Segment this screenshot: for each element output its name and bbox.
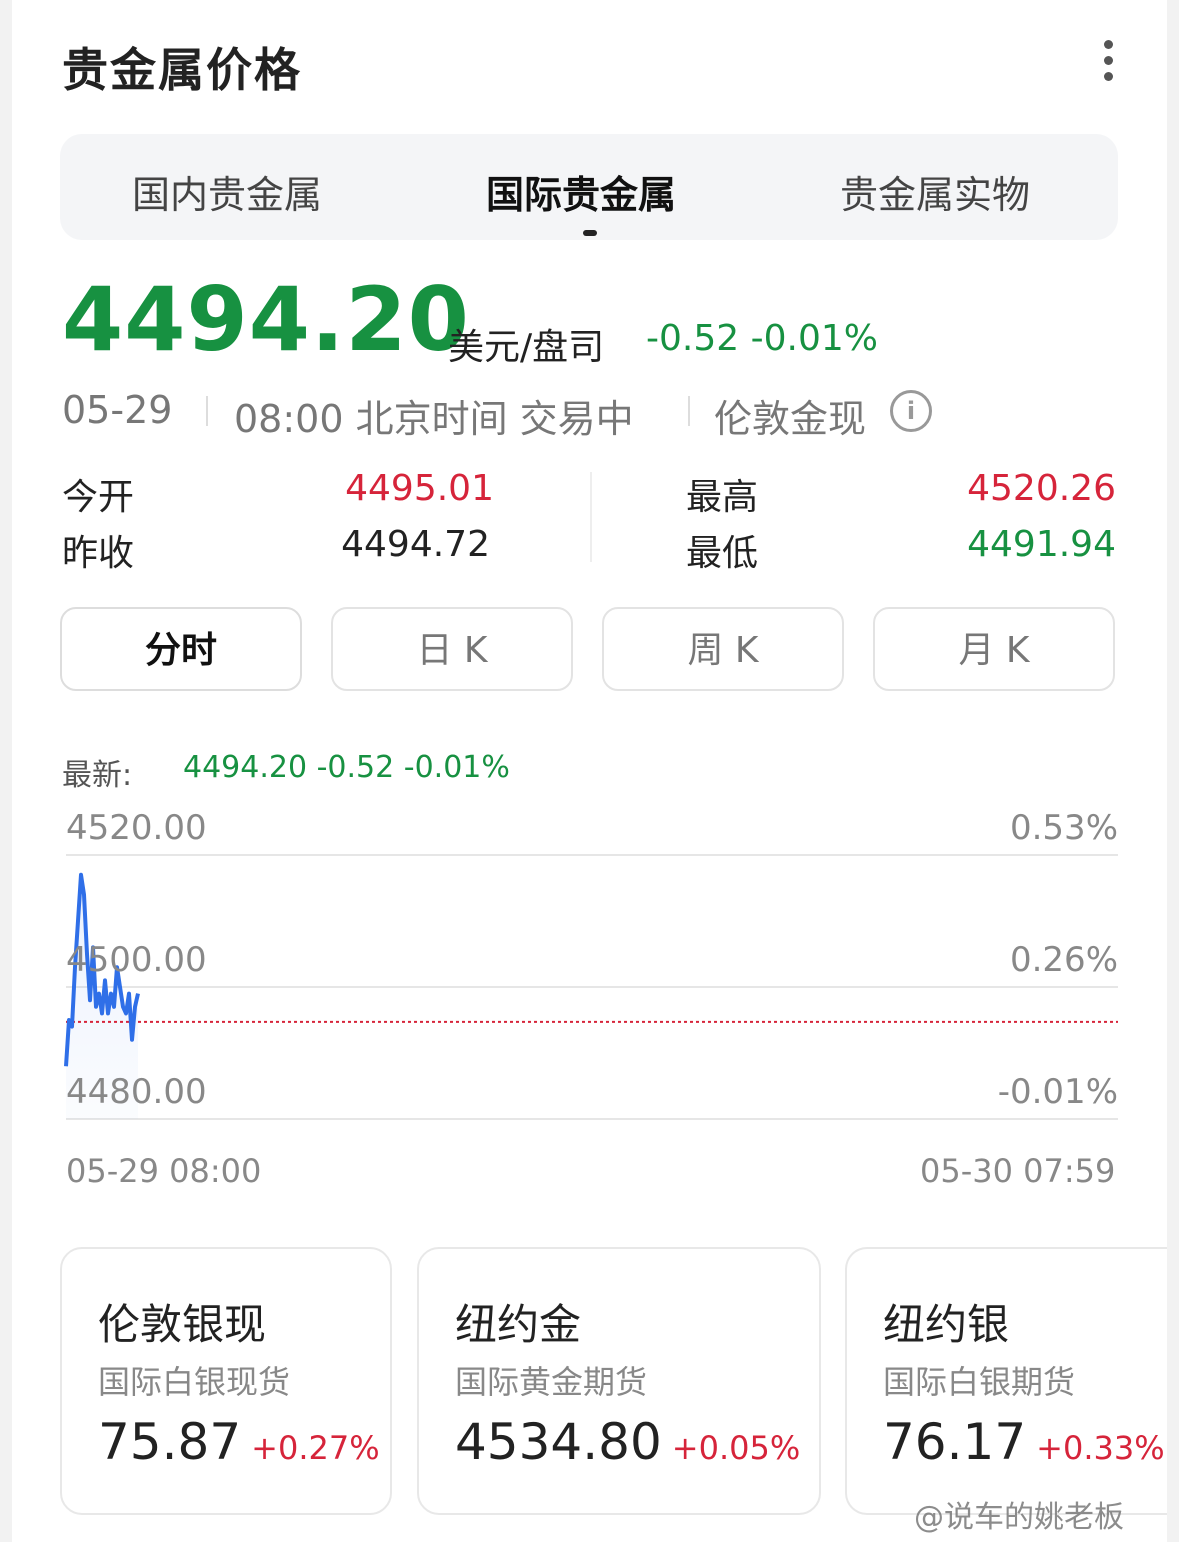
quote-card-price-value: 75.87 bbox=[98, 1413, 242, 1471]
quote-card-change-pct: +0.33% bbox=[1036, 1429, 1165, 1467]
quote-card-subtitle: 国际白银现货 bbox=[98, 1363, 291, 1401]
y-axis-tick-left: 4480.00 bbox=[66, 1072, 207, 1112]
quote-card-price: 75.87 +0.27% bbox=[98, 1413, 380, 1471]
y-axis-tick-right: -0.01% bbox=[997, 1072, 1118, 1112]
y-axis-tick-left: 4520.00 bbox=[66, 808, 207, 848]
quote-card-price-value: 4534.80 bbox=[455, 1413, 662, 1471]
x-axis-end-label: 05-30 07:59 bbox=[920, 1152, 1116, 1190]
quote-card-subtitle: 国际黄金期货 bbox=[455, 1363, 648, 1401]
quote-card-price: 4534.80 +0.05% bbox=[455, 1413, 800, 1471]
quote-card-price-value: 76.17 bbox=[883, 1413, 1027, 1471]
quote-card-name: 纽约金 bbox=[455, 1300, 582, 1349]
quote-card-name: 纽约银 bbox=[883, 1300, 1010, 1349]
watermark: @说车的姚老板 bbox=[914, 1500, 1124, 1535]
quote-card-subtitle: 国际白银期货 bbox=[883, 1363, 1076, 1401]
precious-metals-card: 贵金属价格 国内贵金属 国际贵金属 贵金属实物 4494.20 美元/盘司 -0… bbox=[12, 0, 1167, 1542]
quote-card-change-pct: +0.05% bbox=[671, 1429, 801, 1467]
x-axis-start-label: 05-29 08:00 bbox=[66, 1152, 262, 1190]
y-axis-tick-left: 4500.00 bbox=[66, 940, 207, 980]
quote-card-price: 76.17 +0.33% bbox=[883, 1413, 1165, 1471]
quote-card-ny-gold[interactable]: 纽约金 国际黄金期货 4534.80 +0.05% bbox=[417, 1247, 821, 1515]
y-axis-tick-right: 0.26% bbox=[1009, 940, 1118, 980]
intraday-chart bbox=[64, 854, 1118, 1120]
quote-card-name: 伦敦银现 bbox=[98, 1300, 267, 1349]
quote-card-london-silver[interactable]: 伦敦银现 国际白银现货 75.87 +0.27% bbox=[60, 1247, 392, 1515]
quote-card-change-pct: +0.27% bbox=[251, 1429, 380, 1467]
y-axis-tick-right: 0.53% bbox=[1009, 808, 1118, 848]
quote-card-ny-silver[interactable]: 纽约银 国际白银期货 76.17 +0.33% bbox=[845, 1247, 1167, 1515]
